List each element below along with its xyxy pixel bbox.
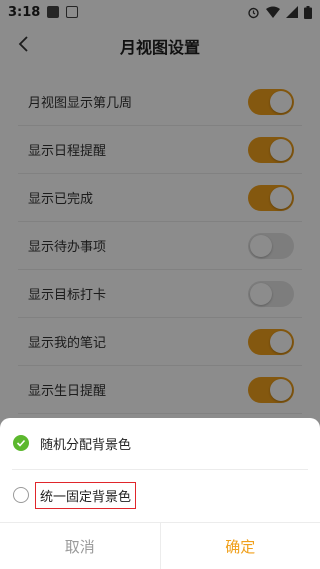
option-label: 随机分配背景色 — [40, 437, 132, 453]
unchecked-radio-icon — [13, 487, 29, 503]
sheet-actions: 取消 确定 — [0, 522, 320, 569]
cancel-button[interactable]: 取消 — [0, 523, 161, 569]
option-label: 统一固定背景色 — [35, 481, 137, 509]
confirm-button[interactable]: 确定 — [161, 523, 320, 569]
option-fixed-background[interactable]: 统一固定背景色 — [0, 470, 320, 520]
option-random-background[interactable]: 随机分配背景色 — [0, 418, 320, 468]
background-color-sheet: 随机分配背景色 统一固定背景色 取消 确定 — [0, 418, 320, 569]
checked-radio-icon — [13, 435, 29, 451]
